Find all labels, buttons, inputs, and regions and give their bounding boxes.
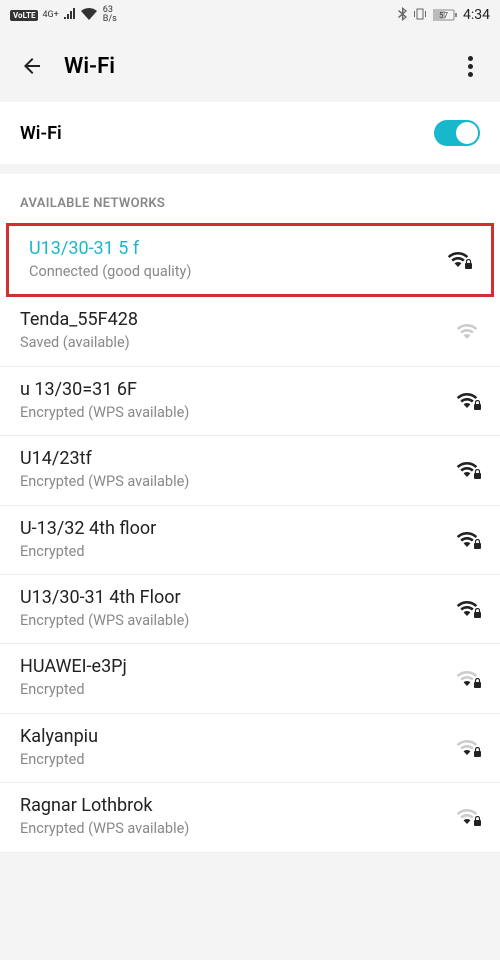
network-info: U14/23tf Encrypted (WPS available) <box>20 448 454 490</box>
network-ssid: HUAWEI-e3Pj <box>20 656 454 677</box>
network-row[interactable]: U13/30-31 4th Floor Encrypted (WPS availa… <box>0 575 500 644</box>
back-arrow-icon <box>20 54 44 78</box>
network-row[interactable]: Ragnar Lothbrok Encrypted (WPS available) <box>0 783 500 852</box>
status-left: VoLTE 4G+ 63 B/s <box>10 6 117 24</box>
wifi-lock-icon <box>454 390 480 410</box>
network-ssid: U13/30-31 5 f <box>29 238 445 259</box>
volte-badge: VoLTE <box>10 10 38 21</box>
network-status: Encrypted (WPS available) <box>20 612 454 629</box>
vibrate-icon <box>413 8 427 23</box>
wifi-lock-icon <box>454 459 480 479</box>
network-ssid: U13/30-31 4th Floor <box>20 587 454 608</box>
wifi-toggle-switch[interactable] <box>434 120 480 146</box>
data-speed: 63 B/s <box>103 6 117 24</box>
highlight-annotation: U13/30-31 5 f Connected (good quality) <box>6 223 494 297</box>
content: AVAILABLE NETWORKS U13/30-31 5 f Connecte… <box>0 174 500 853</box>
bluetooth-icon <box>398 7 407 24</box>
svg-text:57: 57 <box>439 11 448 20</box>
network-status: Encrypted (WPS available) <box>20 473 454 490</box>
app-bar: Wi-Fi <box>0 30 500 102</box>
wifi-toggle-label: Wi-Fi <box>20 123 62 144</box>
status-bar: VoLTE 4G+ 63 B/s 57 4:34 <box>0 0 500 30</box>
wifi-lock-icon <box>454 598 480 618</box>
wifi-strength-icon <box>454 321 480 341</box>
available-networks-header: AVAILABLE NETWORKS <box>0 174 500 223</box>
wifi-lock-icon <box>454 806 480 826</box>
network-info: u 13/30=31 6F Encrypted (WPS available) <box>20 379 454 421</box>
network-row[interactable]: U-13/32 4th floor Encrypted <box>0 506 500 575</box>
network-status: Encrypted <box>20 681 454 698</box>
clock: 4:34 <box>463 7 490 23</box>
menu-dots-icon <box>468 56 473 61</box>
signal-icon <box>63 8 77 23</box>
network-row[interactable]: U14/23tf Encrypted (WPS available) <box>0 436 500 505</box>
network-row[interactable]: Tenda_55F428 Saved (available) <box>0 297 500 366</box>
network-status: Connected (good quality) <box>29 263 445 280</box>
network-status: Saved (available) <box>20 334 454 351</box>
network-status: Encrypted (WPS available) <box>20 820 454 837</box>
toggle-knob <box>456 122 478 144</box>
network-info: U13/30-31 4th Floor Encrypted (WPS availa… <box>20 587 454 629</box>
overflow-menu-button[interactable] <box>458 54 482 78</box>
network-row[interactable]: u 13/30=31 6F Encrypted (WPS available) <box>0 367 500 436</box>
network-ssid: U-13/32 4th floor <box>20 518 454 539</box>
network-ssid: u 13/30=31 6F <box>20 379 454 400</box>
network-list: U13/30-31 5 f Connected (good quality) Ten… <box>0 223 500 853</box>
network-info: U-13/32 4th floor Encrypted <box>20 518 454 560</box>
network-row[interactable]: U13/30-31 5 f Connected (good quality) <box>9 226 491 294</box>
network-info: Tenda_55F428 Saved (available) <box>20 309 454 351</box>
wifi-lock-icon <box>454 668 480 688</box>
network-ssid: Ragnar Lothbrok <box>20 795 454 816</box>
status-right: 57 4:34 <box>398 7 490 24</box>
page-title: Wi-Fi <box>64 54 458 79</box>
network-status: Encrypted <box>20 751 454 768</box>
back-button[interactable] <box>18 52 46 80</box>
network-ssid: Kalyanpiu <box>20 726 454 747</box>
wifi-toggle-row[interactable]: Wi-Fi <box>0 102 500 164</box>
network-info: Kalyanpiu Encrypted <box>20 726 454 768</box>
network-status: Encrypted <box>20 543 454 560</box>
wifi-lock-icon <box>454 529 480 549</box>
wifi-lock-icon <box>445 249 471 269</box>
network-row[interactable]: HUAWEI-e3Pj Encrypted <box>0 644 500 713</box>
wifi-lock-icon <box>454 737 480 757</box>
wifi-status-icon <box>81 8 97 23</box>
network-type: 4G+ <box>42 11 58 20</box>
network-ssid: Tenda_55F428 <box>20 309 454 330</box>
network-info: HUAWEI-e3Pj Encrypted <box>20 656 454 698</box>
network-ssid: U14/23tf <box>20 448 454 469</box>
battery-icon: 57 <box>433 9 457 21</box>
network-status: Encrypted (WPS available) <box>20 404 454 421</box>
network-info: Ragnar Lothbrok Encrypted (WPS available) <box>20 795 454 837</box>
network-row[interactable]: Kalyanpiu Encrypted <box>0 714 500 783</box>
network-info: U13/30-31 5 f Connected (good quality) <box>29 238 445 280</box>
